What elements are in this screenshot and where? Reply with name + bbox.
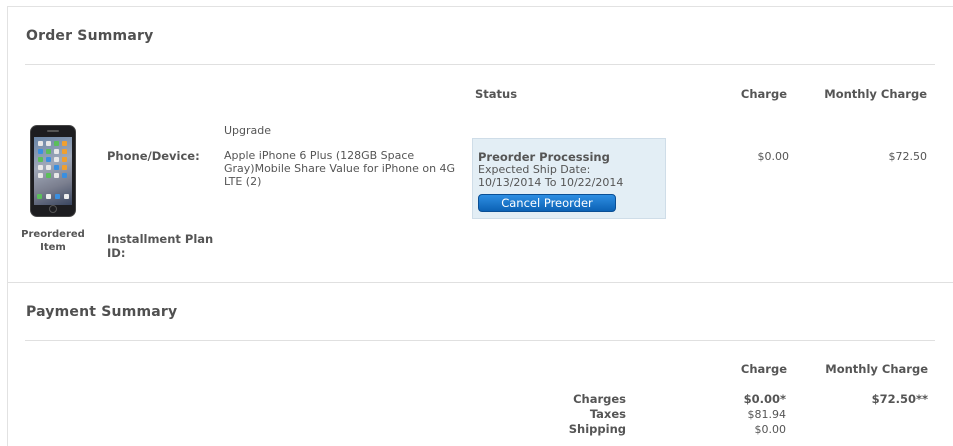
- payment-row-label: Shipping: [568, 422, 626, 436]
- installment-plan-label: Installment Plan ID:: [107, 232, 214, 260]
- order-summary-title: Order Summary: [26, 28, 154, 44]
- phone-device-label: Phone/Device:: [107, 149, 200, 163]
- payment-row-label: Taxes: [589, 407, 626, 421]
- phone-image: [30, 125, 76, 217]
- status-header: Status: [475, 87, 518, 101]
- payment-row-charge: $0.00*: [743, 392, 786, 406]
- cancel-preorder-button[interactable]: Cancel Preorder: [478, 194, 616, 212]
- payment-row-charge: $81.94: [747, 408, 787, 421]
- preorder-status-title: Preorder Processing: [478, 150, 610, 164]
- expected-ship-label: Expected Ship Date:: [478, 163, 591, 176]
- payment-row-label: Charges: [573, 392, 626, 406]
- order-type: Upgrade: [224, 124, 272, 137]
- monthly-charge-header: Monthly Charge: [824, 87, 927, 101]
- payment-summary-title: Payment Summary: [26, 304, 178, 320]
- payment-monthly-charge-header: Monthly Charge: [825, 362, 928, 376]
- page-frame: [7, 6, 953, 446]
- preordered-item-caption: Preordered Item: [21, 229, 85, 253]
- device-description: Apple iPhone 6 Plus (128GB Space Gray)Mo…: [224, 149, 456, 188]
- order-summary-divider: [25, 64, 935, 65]
- payment-summary-divider: [25, 340, 935, 341]
- payment-row-charge: $0.00: [754, 423, 787, 436]
- payment-row-monthly: $72.50**: [871, 392, 928, 406]
- section-divider: [8, 282, 953, 283]
- item-charge: $0.00: [757, 150, 790, 163]
- expected-ship-dates: 10/13/2014 To 10/22/2014: [478, 176, 624, 189]
- item-monthly-charge: $72.50: [888, 150, 928, 163]
- preorder-status-box: Preorder Processing Expected Ship Date: …: [472, 138, 666, 219]
- charge-header: Charge: [740, 87, 787, 101]
- payment-charge-header: Charge: [740, 362, 787, 376]
